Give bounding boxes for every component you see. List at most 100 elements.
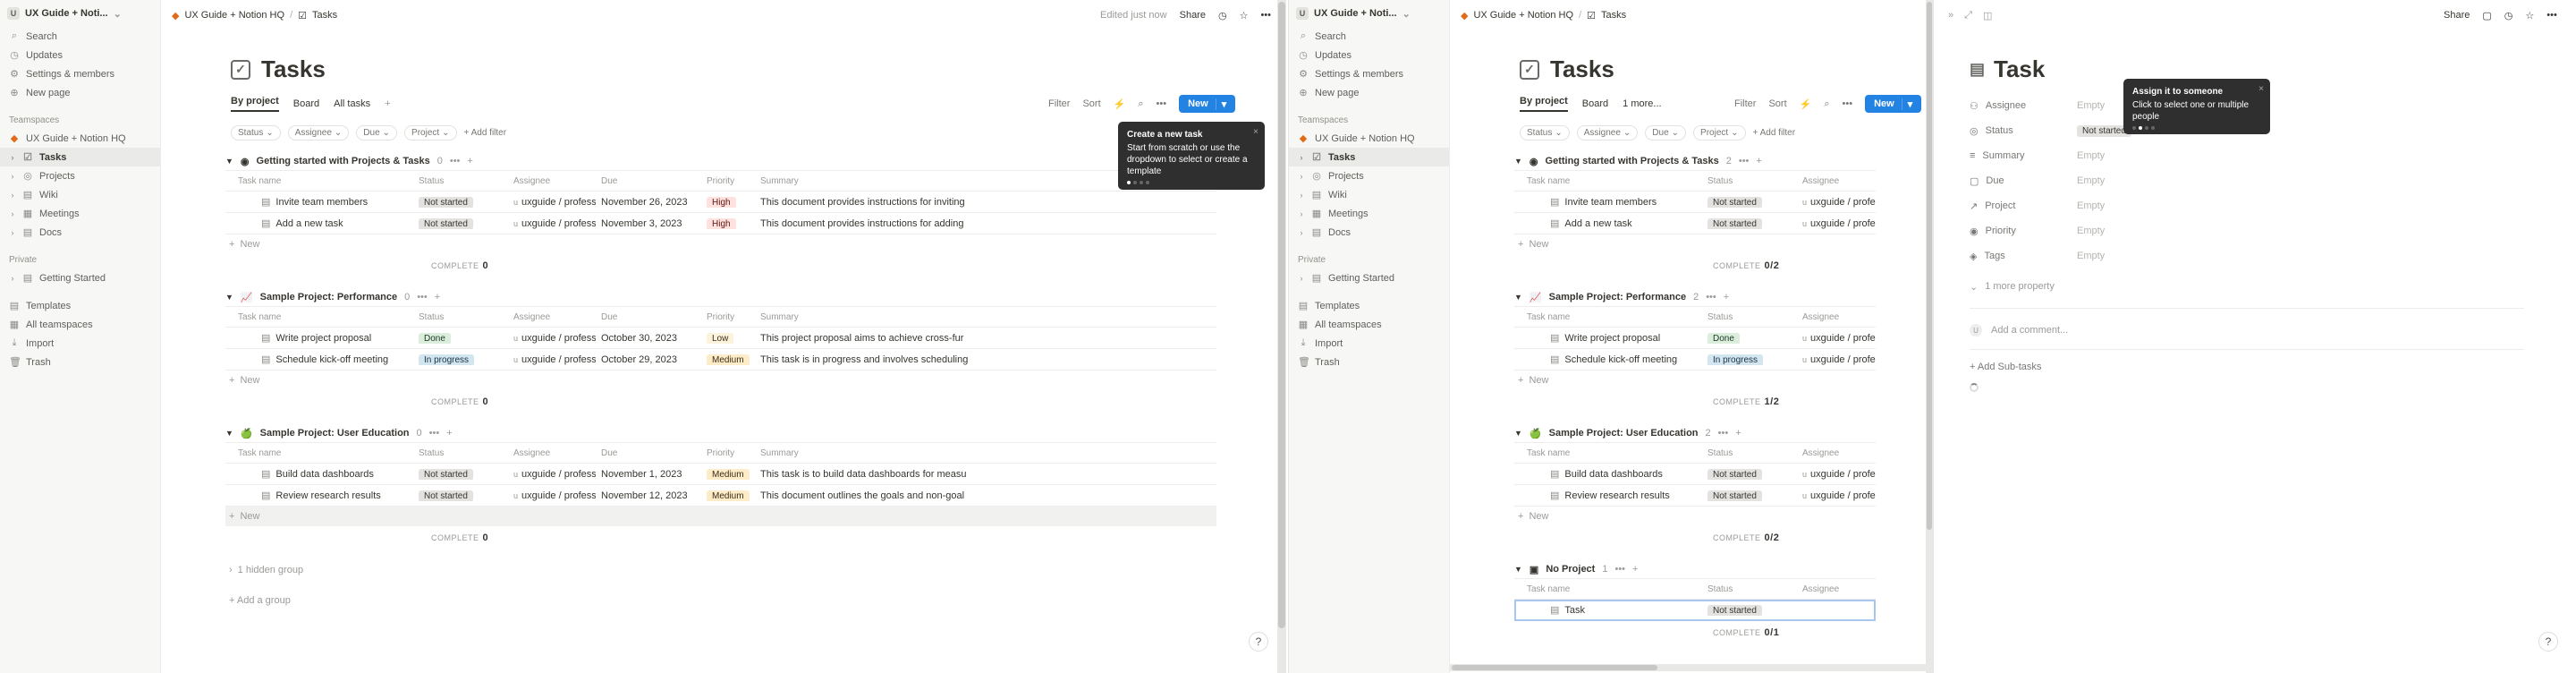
task-name-cell[interactable]: ▤ Review research results bbox=[1514, 490, 1702, 501]
status-cell[interactable]: Done bbox=[1702, 332, 1797, 344]
new-button[interactable]: New ▾ bbox=[1179, 95, 1236, 113]
chevron-right-icon[interactable]: › bbox=[1298, 191, 1305, 200]
breadcrumb-workspace[interactable]: UX Guide + Notion HQ bbox=[1473, 10, 1573, 21]
task-name-cell[interactable]: ▤ Invite team members bbox=[1514, 196, 1702, 208]
add-icon[interactable]: + bbox=[446, 428, 452, 439]
column-header-assignee[interactable]: Assignee bbox=[1797, 448, 1876, 458]
summary-cell[interactable]: This document outlines the goals and non… bbox=[755, 490, 979, 501]
lightning-icon[interactable]: ⚡ bbox=[1114, 98, 1126, 110]
column-header-due[interactable]: Due bbox=[596, 312, 701, 322]
sidebar-item-updates[interactable]: ◷ Updates bbox=[1289, 46, 1449, 64]
toggle-icon[interactable]: ▼ bbox=[1514, 565, 1522, 574]
chevron-down-icon[interactable]: ▾ bbox=[1901, 98, 1912, 110]
table-row[interactable]: ▤ Review research results Not started u uxgu… bbox=[1514, 485, 1876, 507]
star-icon[interactable]: ☆ bbox=[2525, 10, 2534, 21]
sidebar-item-projects[interactable]: › ◎ Projects bbox=[1289, 166, 1449, 185]
assignee-cell[interactable]: uuxguide / professi bbox=[508, 490, 596, 501]
priority-cell[interactable]: High bbox=[701, 196, 755, 208]
column-header-status[interactable]: Status bbox=[413, 312, 508, 322]
task-name-cell[interactable]: ▤ Schedule kick-off meeting bbox=[1514, 354, 1702, 365]
sidebar-item-trash[interactable]: 🗑 Trash bbox=[1289, 353, 1449, 371]
sidebar-item-meetings[interactable]: › ▦ Meetings bbox=[0, 204, 160, 223]
status-cell[interactable]: Not started bbox=[413, 490, 508, 501]
column-header-priority[interactable]: Priority bbox=[701, 176, 755, 186]
filter-project[interactable]: Project ⌄ bbox=[404, 124, 457, 141]
close-icon[interactable]: × bbox=[1253, 126, 1258, 138]
sidebar-item-tasks[interactable]: › ☑ Tasks bbox=[1289, 148, 1449, 166]
hidden-group-toggle[interactable]: › 1 hidden group bbox=[225, 560, 1216, 580]
clock-icon[interactable]: ◷ bbox=[2504, 10, 2513, 21]
more-icon[interactable]: ••• bbox=[1718, 428, 1729, 439]
column-header-status[interactable]: Status bbox=[1702, 312, 1797, 322]
assignee-cell[interactable]: uuxguide / professi bbox=[508, 218, 596, 229]
tab-1-more-[interactable]: 1 more... bbox=[1623, 98, 1661, 109]
more-icon[interactable]: ••• bbox=[429, 428, 440, 439]
table-row[interactable]: ▤ Write project proposal Done u uxguide / pr… bbox=[225, 328, 1216, 349]
due-cell[interactable]: October 30, 2023 bbox=[596, 333, 701, 344]
sidebar-item-templates[interactable]: ▤ Templates bbox=[1289, 296, 1449, 315]
add-icon[interactable]: + bbox=[435, 292, 440, 302]
table-row[interactable]: ▤ Write project proposal Done u uxguide / pr… bbox=[1514, 328, 1876, 349]
status-cell[interactable]: In progress bbox=[1702, 354, 1797, 365]
task-name-cell[interactable]: ▤ Invite team members bbox=[225, 196, 413, 208]
add-group-button[interactable]: + Add a group bbox=[225, 591, 1216, 610]
task-name-cell[interactable]: ▤ Write project proposal bbox=[225, 332, 413, 344]
assignee-cell[interactable]: uuxguide / professi bbox=[1797, 197, 1876, 208]
chevron-right-icon[interactable]: › bbox=[1298, 209, 1305, 218]
priority-cell[interactable]: Low bbox=[701, 332, 755, 344]
toggle-icon[interactable]: ▼ bbox=[1514, 157, 1522, 166]
status-cell[interactable]: Not started bbox=[1702, 196, 1797, 208]
sidebar-item-docs[interactable]: › ▤ Docs bbox=[1289, 223, 1449, 242]
group-header[interactable]: ▼ 📈 Sample Project: Performance 2 ••• + bbox=[1514, 288, 1876, 306]
more-icon[interactable]: ••• bbox=[1260, 10, 1271, 21]
filter-status[interactable]: Status ⌄ bbox=[231, 124, 281, 141]
star-icon[interactable]: ☆ bbox=[1240, 10, 1249, 21]
comment-row[interactable]: U Add a comment... bbox=[1970, 324, 2068, 336]
breadcrumb-page[interactable]: Tasks bbox=[1601, 10, 1626, 21]
column-header-status[interactable]: Status bbox=[1702, 176, 1797, 186]
add-subtasks-button[interactable]: + Add Sub-tasks bbox=[1970, 362, 2041, 372]
summary-cell[interactable]: This project proposal aims to achieve cr… bbox=[755, 333, 979, 344]
column-header-priority[interactable]: Priority bbox=[701, 312, 755, 322]
column-header-priority[interactable]: Priority bbox=[701, 448, 755, 458]
property-priority[interactable]: ◉ Priority Empty bbox=[1970, 218, 2524, 243]
column-header-status[interactable]: Status bbox=[413, 448, 508, 458]
new-row-button[interactable]: + New bbox=[1514, 371, 1876, 390]
sidebar-item-search[interactable]: ⌕ Search bbox=[1289, 27, 1449, 46]
chevron-right-icon[interactable]: › bbox=[9, 274, 16, 283]
column-header-task[interactable]: Task name bbox=[1514, 584, 1702, 594]
more-icon[interactable]: ••• bbox=[1614, 564, 1625, 575]
add-icon[interactable]: + bbox=[1735, 428, 1741, 439]
sidebar-item-teamspace[interactable]: ◆ UX Guide + Notion HQ bbox=[1289, 129, 1449, 148]
task-name-cell[interactable]: ▤ Add a new task bbox=[225, 217, 413, 229]
table-row[interactable]: ▤ Schedule kick-off meeting In progress u ux… bbox=[1514, 349, 1876, 371]
status-cell[interactable]: Not started bbox=[1702, 468, 1797, 480]
column-header-task[interactable]: Task name bbox=[225, 176, 413, 186]
search-icon[interactable]: ⌕ bbox=[1824, 98, 1829, 110]
new-row-button[interactable]: + New bbox=[1514, 234, 1876, 254]
workspace-switcher[interactable]: U UX Guide + Noti... ⌄ bbox=[1289, 0, 1449, 27]
share-button[interactable]: Share bbox=[1180, 10, 1206, 21]
status-cell[interactable]: Done bbox=[413, 332, 508, 344]
column-header-assignee[interactable]: Assignee bbox=[1797, 584, 1876, 594]
column-header-assignee[interactable]: Assignee bbox=[1797, 176, 1876, 186]
sidebar-item-getting-started[interactable]: › ▤ Getting Started bbox=[0, 268, 160, 287]
sidebar-item-trash[interactable]: 🗑 Trash bbox=[0, 353, 160, 371]
column-header-assignee[interactable]: Assignee bbox=[508, 176, 596, 186]
table-row[interactable]: ▤ Task Not started bbox=[1514, 600, 1876, 621]
chevron-right-icon[interactable]: › bbox=[9, 153, 16, 162]
sidebar-item-settings-members[interactable]: ⚙ Settings & members bbox=[1289, 64, 1449, 83]
tab-all-tasks[interactable]: All tasks bbox=[334, 98, 370, 109]
task-name-cell[interactable]: ▤ Build data dashboards bbox=[1514, 468, 1702, 480]
summary-cell[interactable]: This task is in progress and involves sc… bbox=[755, 354, 979, 365]
toggle-icon[interactable]: ▼ bbox=[225, 157, 233, 166]
filter-button[interactable]: Filter bbox=[1048, 98, 1070, 109]
task-name-cell[interactable]: ▤ Task bbox=[1514, 604, 1702, 616]
property-value[interactable]: Empty bbox=[2077, 226, 2105, 236]
filter-project[interactable]: Project ⌄ bbox=[1693, 124, 1746, 141]
status-cell[interactable]: Not started bbox=[1702, 217, 1797, 229]
split-view-icon[interactable]: ◫ bbox=[1983, 10, 1992, 21]
add-icon[interactable]: + bbox=[467, 156, 472, 166]
table-row[interactable]: ▤ Invite team members Not started u uxguide … bbox=[225, 192, 1216, 213]
group-header[interactable]: ▼ 🍏 Sample Project: User Education 0 ••• + bbox=[225, 424, 1216, 442]
